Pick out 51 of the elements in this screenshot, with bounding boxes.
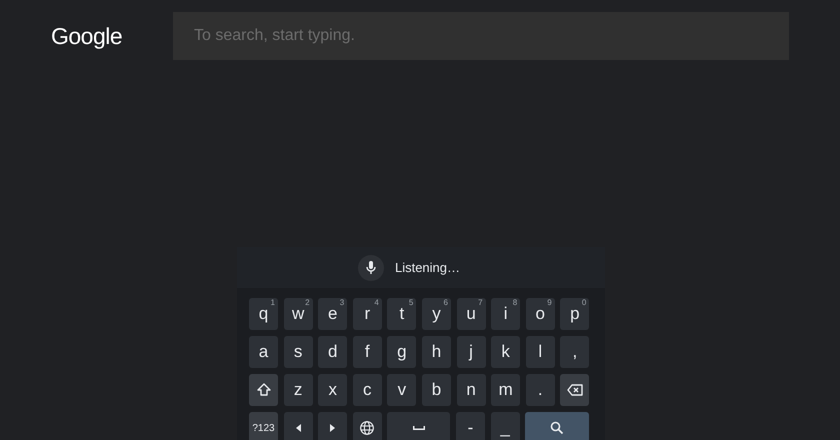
key[interactable]: t 5	[387, 298, 416, 330]
key[interactable]: d	[318, 336, 348, 368]
search-icon	[549, 420, 566, 436]
key[interactable]: m	[491, 374, 520, 406]
key[interactable]: s	[284, 336, 313, 368]
key-hint: 0	[582, 299, 586, 307]
shift-icon	[256, 382, 272, 398]
key[interactable]: c	[352, 374, 382, 406]
listening-status: Listening…	[394, 258, 460, 277]
search-field[interactable]: To search, start typing.	[173, 12, 789, 60]
right-key[interactable]	[318, 412, 348, 440]
space-icon	[412, 426, 425, 430]
key[interactable]: g	[387, 336, 416, 368]
key[interactable]: z	[284, 374, 313, 406]
key-hint: 2	[305, 299, 310, 307]
key-hint: 9	[547, 299, 552, 307]
backspace-key[interactable]	[560, 374, 590, 406]
key[interactable]: v	[387, 374, 416, 406]
key[interactable]: l	[526, 336, 555, 368]
key[interactable]: j	[456, 336, 486, 368]
key-hint: 1	[270, 299, 275, 307]
key[interactable]: x	[318, 374, 348, 406]
key-hint: 4	[374, 299, 379, 307]
key-hint: 7	[478, 299, 483, 307]
key[interactable]: .	[526, 374, 555, 406]
microphone-icon[interactable]	[358, 254, 384, 280]
key[interactable]: -	[456, 412, 485, 440]
globe-key[interactable]	[352, 412, 382, 440]
backspace-icon	[566, 382, 583, 398]
key[interactable]: f	[352, 336, 382, 368]
key[interactable]: _	[490, 412, 520, 440]
key[interactable]: i 8	[491, 298, 520, 330]
key[interactable]: ?123	[249, 412, 278, 440]
globe-icon	[359, 420, 376, 436]
key[interactable]: n	[456, 374, 486, 406]
key-hint: 5	[408, 299, 414, 307]
key[interactable]: k	[491, 336, 520, 368]
key[interactable]: ,	[560, 336, 590, 368]
google-logo: Google	[51, 24, 124, 48]
key[interactable]: h	[422, 336, 451, 368]
key[interactable]: b	[422, 374, 451, 406]
key-hint: 6	[444, 299, 448, 307]
left-arrow-icon	[296, 424, 301, 432]
key-hint: 3	[340, 299, 344, 307]
key[interactable]: a	[249, 336, 278, 368]
left-key[interactable]	[284, 412, 313, 440]
shift-key[interactable]	[249, 374, 278, 406]
key-hint: 8	[512, 299, 518, 307]
search-key[interactable]	[525, 412, 590, 440]
right-arrow-icon	[330, 424, 336, 432]
key[interactable]: r 4	[352, 298, 382, 330]
